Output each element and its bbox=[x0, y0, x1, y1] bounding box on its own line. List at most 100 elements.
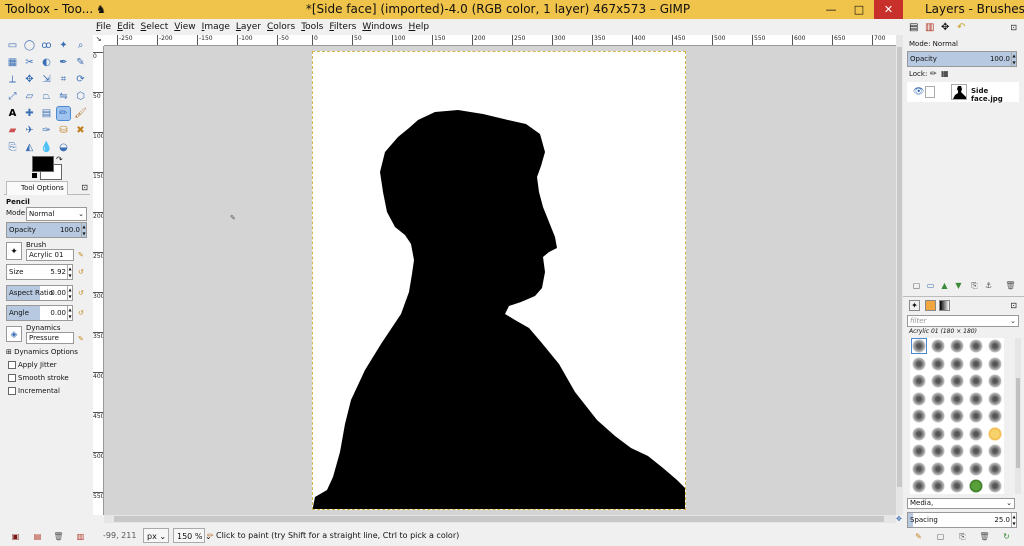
brush-thumbnail[interactable] bbox=[912, 391, 926, 406]
brush-thumbnail[interactable] bbox=[988, 479, 1002, 493]
brush-dock-menu-icon[interactable]: ⊡ bbox=[1010, 301, 1017, 310]
horizontal-scrollbar[interactable] bbox=[104, 515, 896, 523]
blur-icon[interactable]: 💧 bbox=[40, 141, 53, 154]
menu-image[interactable]: Image bbox=[202, 19, 230, 35]
brush-thumbnail[interactable] bbox=[969, 479, 983, 493]
duplicate-brush-icon[interactable]: ⎘ bbox=[957, 531, 968, 542]
vertical-ruler[interactable]: 0 50 100 150 200 250 300 350 400 450 500… bbox=[93, 46, 104, 515]
dodge-icon[interactable]: ◭ bbox=[23, 141, 36, 154]
brush-thumbnail[interactable] bbox=[931, 461, 945, 476]
layers-titlebar[interactable]: Layers - Brushes bbox=[903, 0, 1024, 19]
pencil-icon[interactable]: ✏ bbox=[56, 106, 71, 121]
menu-help[interactable]: Help bbox=[409, 19, 430, 35]
delete-brush-icon[interactable]: 🗑 bbox=[979, 531, 990, 542]
align-icon[interactable]: ⇲ bbox=[40, 73, 53, 86]
tab-channels-icon[interactable]: ▥ bbox=[925, 22, 934, 33]
brush-thumbnail[interactable] bbox=[969, 409, 983, 423]
close-button[interactable]: ✕ bbox=[874, 0, 903, 19]
spacing-spin[interactable]: ▲ ▼ bbox=[1011, 513, 1016, 527]
vertical-scroll-thumb[interactable] bbox=[897, 47, 902, 487]
perspective-icon[interactable]: ⏢ bbox=[40, 90, 53, 103]
brush-thumbnail[interactable] bbox=[912, 409, 926, 423]
tab-tool-options[interactable]: Tool Options bbox=[6, 181, 68, 195]
layer-row[interactable]: 👁 Side face.jpg bbox=[907, 82, 1019, 103]
brush-thumbnail[interactable] bbox=[988, 461, 1002, 476]
eraser-icon[interactable]: ▰ bbox=[6, 124, 19, 137]
brush-thumbnail[interactable] bbox=[912, 374, 926, 388]
reset-angle-icon[interactable]: ↺ bbox=[78, 309, 86, 317]
zoom-select[interactable]: 150 % ⌄ bbox=[173, 528, 212, 543]
chain-toggle[interactable] bbox=[925, 86, 935, 98]
cage-icon[interactable]: ⬡ bbox=[74, 90, 87, 103]
tab-paths-icon[interactable]: ✥ bbox=[941, 22, 949, 33]
brush-name[interactable]: Acrylic 01 bbox=[26, 249, 74, 261]
reset-size-icon[interactable]: ↺ bbox=[78, 268, 86, 276]
quick-mask-corner[interactable]: ↘ bbox=[93, 35, 104, 46]
pane-divider[interactable] bbox=[903, 296, 1024, 298]
tab-layers-icon[interactable]: ▤ bbox=[909, 22, 918, 33]
brush-grid[interactable] bbox=[910, 338, 1004, 494]
brush-thumbnail[interactable] bbox=[931, 356, 945, 371]
paths-icon[interactable]: ✒ bbox=[57, 56, 70, 69]
ink-icon[interactable]: ✑ bbox=[40, 124, 53, 137]
zoom-icon[interactable]: ⌕ bbox=[74, 39, 87, 52]
brush-thumbnail[interactable] bbox=[912, 356, 926, 371]
opacity-spin[interactable]: ▲ ▼ bbox=[81, 223, 86, 237]
tab-brushes-icon[interactable]: ✦ bbox=[909, 300, 920, 311]
size-spin[interactable]: ▲ ▼ bbox=[67, 265, 72, 279]
bucket-fill-icon[interactable]: ⛁ bbox=[57, 124, 70, 137]
apply-jitter-checkbox[interactable] bbox=[8, 361, 16, 369]
opacity-slider[interactable]: Opacity 100.0 ▲ ▼ bbox=[6, 222, 87, 238]
brush-thumbnail[interactable] bbox=[969, 461, 983, 476]
foreground-select-icon[interactable]: ◐ bbox=[40, 56, 53, 69]
blend-icon[interactable]: ▤ bbox=[40, 107, 53, 120]
reset-options-icon[interactable]: ▥ bbox=[75, 531, 86, 542]
tab-gradients-icon[interactable] bbox=[939, 300, 950, 311]
brush-thumbnail[interactable] bbox=[931, 444, 945, 458]
anchor-layer-icon[interactable]: ⚓ bbox=[983, 280, 994, 291]
dynamics-preview[interactable]: ◈ bbox=[6, 326, 22, 342]
canvas-area[interactable]: ✎ bbox=[104, 46, 896, 515]
brush-thumbnail[interactable] bbox=[969, 339, 983, 353]
brush-thumbnail[interactable] bbox=[931, 409, 945, 423]
brush-thumbnail[interactable] bbox=[969, 426, 983, 441]
airbrush-icon[interactable]: ✈ bbox=[23, 124, 36, 137]
scale-icon[interactable]: ⤢ bbox=[6, 90, 19, 103]
duplicate-layer-icon[interactable]: ⎘ bbox=[969, 280, 980, 291]
brush-thumbnail[interactable] bbox=[969, 444, 983, 458]
brush-preview[interactable]: ✦ bbox=[6, 242, 22, 260]
filter-dropdown-icon[interactable]: ⌄ bbox=[1010, 316, 1016, 326]
navigate-icon[interactable]: ✥ bbox=[896, 515, 903, 523]
horizontal-ruler[interactable]: -250 -200 -150 -100 -50 0 50 100 150 200… bbox=[104, 35, 896, 46]
brush-thumbnail[interactable] bbox=[950, 339, 964, 353]
raise-layer-icon[interactable]: ▲ bbox=[939, 280, 950, 291]
tab-undo-icon[interactable]: ↶ bbox=[957, 22, 965, 33]
new-group-icon[interactable]: ▭ bbox=[925, 280, 936, 291]
mode-select[interactable]: Normal ⌄ bbox=[26, 207, 87, 221]
menu-windows[interactable]: Windows bbox=[362, 19, 402, 35]
delete-layer-icon[interactable]: 🗑 bbox=[1005, 280, 1016, 291]
reset-aspect-icon[interactable]: ↺ bbox=[78, 289, 86, 297]
tag-dropdown-icon[interactable]: ⌄ bbox=[1006, 499, 1012, 508]
save-options-icon[interactable]: ▣ bbox=[10, 531, 21, 542]
layer-opacity-spin[interactable]: ▲ ▼ bbox=[1011, 52, 1016, 66]
brush-thumbnail[interactable] bbox=[931, 339, 945, 353]
aspect-ratio-slider[interactable]: Aspect Ratio 0.00 ▲ ▼ bbox=[6, 285, 73, 301]
brush-thumbnail[interactable] bbox=[950, 391, 964, 406]
brush-thumbnail[interactable] bbox=[988, 356, 1002, 371]
brush-thumbnail[interactable] bbox=[969, 391, 983, 406]
smooth-stroke-checkbox[interactable] bbox=[8, 374, 16, 382]
dynamics-name[interactable]: Pressure Opacity bbox=[26, 332, 74, 344]
edit-dynamics-icon[interactable]: ✎ bbox=[78, 335, 86, 343]
foreground-color[interactable] bbox=[32, 156, 54, 172]
paintbrush-icon[interactable]: 🖌 bbox=[74, 107, 87, 120]
delete-options-icon[interactable]: 🗑 bbox=[53, 531, 64, 542]
menu-edit[interactable]: Edit bbox=[117, 19, 134, 35]
brush-thumbnail[interactable] bbox=[912, 426, 926, 441]
vertical-scrollbar[interactable] bbox=[896, 35, 903, 515]
menu-layer[interactable]: Layer bbox=[236, 19, 261, 35]
shear-icon[interactable]: ▱ bbox=[23, 90, 36, 103]
brush-scrollbar[interactable] bbox=[1015, 338, 1021, 494]
scissors-icon[interactable]: ✂ bbox=[23, 56, 36, 69]
rotate-icon[interactable]: ⟳ bbox=[74, 73, 87, 86]
